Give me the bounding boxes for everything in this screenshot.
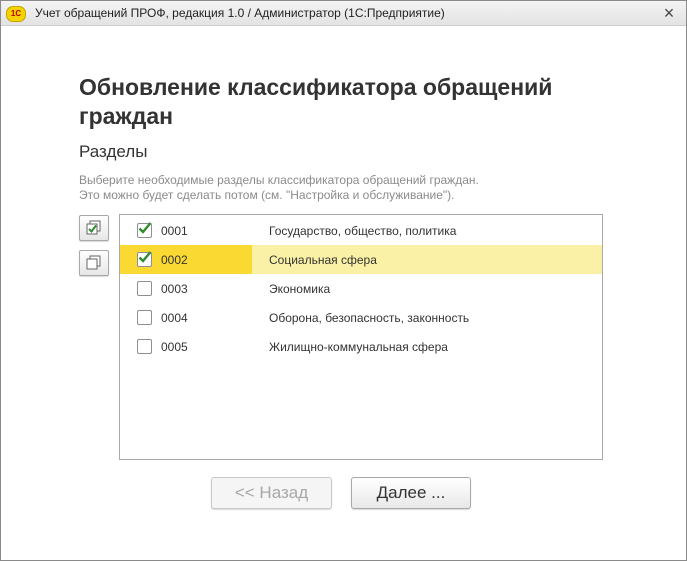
- section-checkbox[interactable]: [137, 281, 152, 296]
- section-code: 0004: [161, 311, 188, 325]
- section-name: Социальная сфера: [269, 253, 377, 267]
- section-code: 0005: [161, 340, 188, 354]
- code-cell: 0002: [120, 245, 252, 274]
- check-all-button[interactable]: [79, 215, 109, 241]
- section-label: Разделы: [79, 142, 148, 161]
- list-item[interactable]: 0004 Оборона, безопасность, законность: [120, 303, 602, 332]
- next-button[interactable]: Далее ...: [351, 477, 471, 509]
- uncheck-all-icon: [86, 255, 101, 270]
- back-button[interactable]: << Назад: [211, 477, 332, 509]
- section-name: Экономика: [269, 282, 331, 296]
- section-code: 0002: [161, 253, 188, 267]
- code-cell: 0003: [120, 274, 252, 303]
- list-item[interactable]: 0001 Государство, общество, политика: [120, 216, 602, 245]
- hint-text: Выберите необходимые разделы классификат…: [79, 173, 479, 203]
- section-code: 0001: [161, 224, 188, 238]
- check-mark-icon: [138, 222, 152, 234]
- code-cell: 0001: [120, 216, 252, 245]
- list-item[interactable]: 0002 Социальная сфера: [120, 245, 602, 274]
- section-code: 0003: [161, 282, 188, 296]
- section-checkbox[interactable]: [137, 339, 152, 354]
- title-bar: 1С Учет обращений ПРОФ, редакция 1.0 / А…: [1, 1, 686, 26]
- check-mark-icon: [138, 251, 152, 263]
- code-cell: 0004: [120, 303, 252, 332]
- hint-line-1: Выберите необходимые разделы классификат…: [79, 173, 479, 187]
- list-item[interactable]: 0003 Экономика: [120, 274, 602, 303]
- check-all-icon: [86, 220, 101, 235]
- section-name: Оборона, безопасность, законность: [269, 311, 470, 325]
- code-cell: 0005: [120, 332, 252, 361]
- section-checkbox[interactable]: [137, 251, 152, 267]
- section-name: Жилищно-коммунальная сфера: [269, 340, 448, 354]
- app-logo-icon: 1С: [6, 6, 26, 22]
- close-window-button[interactable]: ×: [660, 4, 678, 22]
- section-checkbox[interactable]: [137, 310, 152, 325]
- list-item[interactable]: 0005 Жилищно-коммунальная сфера: [120, 332, 602, 361]
- main-window: 1С Учет обращений ПРОФ, редакция 1.0 / А…: [0, 0, 687, 561]
- sections-list[interactable]: 0001 Государство, общество, политика 0002 С…: [119, 214, 603, 460]
- hint-line-2: Это можно будет сделать потом (см. "Наст…: [79, 188, 455, 202]
- window-title: Учет обращений ПРОФ, редакция 1.0 / Адми…: [35, 6, 445, 20]
- section-checkbox[interactable]: [137, 222, 152, 238]
- page-title: Обновление классификатора обращений граж…: [79, 74, 553, 129]
- uncheck-all-button[interactable]: [79, 250, 109, 276]
- section-name: Государство, общество, политика: [269, 224, 457, 238]
